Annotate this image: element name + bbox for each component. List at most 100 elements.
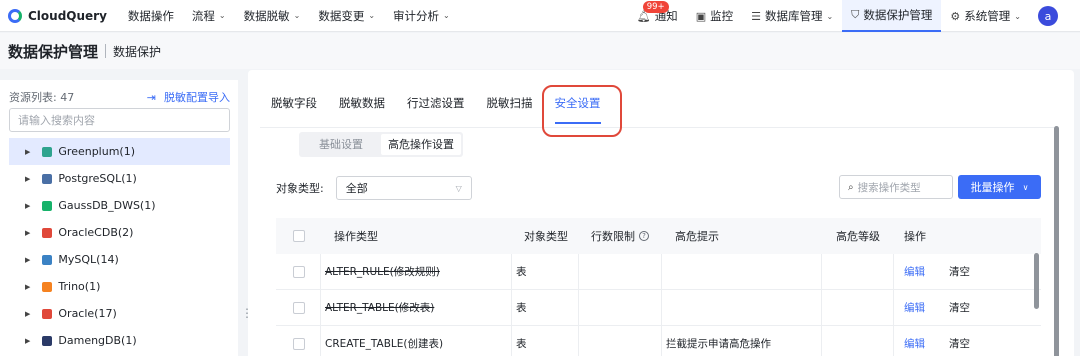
search-placeholder: 搜索操作类型 (857, 181, 921, 194)
breadcrumb: 数据保护 (113, 44, 162, 59)
tree-item-postgresql[interactable]: ▶ PostgreSQL(1) (9, 165, 230, 192)
row-checkbox[interactable] (293, 301, 305, 314)
nav-label: 监控 (710, 9, 734, 23)
caret-right-icon[interactable]: ▶ (25, 229, 30, 237)
batch-operation-button[interactable]: 批量操作 ∨ (958, 175, 1041, 199)
database-icon: ☰ (751, 9, 761, 23)
nav-data-masking[interactable]: 数据脱敏 ⌄ (235, 0, 310, 32)
nav-db-manage[interactable]: ☰ 数据库管理 ⌄ (742, 0, 842, 32)
segment-high-risk[interactable]: 高危操作设置 (381, 134, 461, 155)
operation-search-input[interactable]: ⌕ 搜索操作类型 (839, 175, 953, 199)
chevron-down-icon: ▽ (455, 183, 462, 193)
caret-right-icon[interactable]: ▶ (25, 175, 30, 183)
table-row: ALTER_RULE(修改规则) 表 编辑 清空 (276, 254, 1041, 290)
nav-data-operation[interactable]: 数据操作 (119, 0, 183, 32)
cell-op-type: ALTER_RULE(修改规则) (321, 254, 512, 289)
caret-right-icon[interactable]: ▶ (25, 337, 30, 345)
tree-item-label: Trino(1) (58, 280, 101, 293)
cell-risk-tip (662, 254, 822, 289)
tab-masking-data[interactable]: 脱敏数据 (328, 82, 396, 128)
oracle-icon (42, 308, 53, 319)
nav-monitor[interactable]: ▣ 监控 (687, 0, 742, 32)
caret-right-icon[interactable]: ▶ (25, 310, 30, 318)
header-obj-type: 对象类型 (524, 230, 568, 243)
caret-right-icon[interactable]: ▶ (25, 283, 30, 291)
nav-sys-manage[interactable]: ⚙ 系统管理 ⌄ (941, 0, 1030, 32)
tree-item-greenplum[interactable]: ▶ Greenplum(1) (9, 138, 230, 165)
header-op-type: 操作类型 (334, 230, 378, 243)
tab-masking-scan[interactable]: 脱敏扫描 (476, 82, 544, 128)
tree-item-oraclecdb[interactable]: ▶ OracleCDB(2) (9, 219, 230, 246)
cell-obj-type: 表 (512, 254, 579, 289)
oracle-icon (42, 227, 53, 238)
nav-flow[interactable]: 流程 ⌄ (183, 0, 235, 32)
resource-search-input[interactable]: 请输入搜索内容 (9, 108, 230, 132)
clear-link[interactable]: 清空 (949, 264, 970, 279)
greenplum-icon (42, 146, 53, 157)
tree-item-trino[interactable]: ▶ Trino(1) (9, 273, 230, 300)
header-row-limit: 行数限制? (579, 218, 662, 254)
clear-link[interactable]: 清空 (949, 300, 970, 315)
divider (105, 44, 107, 58)
tree-item-dameng[interactable]: ▶ DamengDB(1) (9, 327, 230, 354)
nav-data-protect[interactable]: ⛉ 数据保护管理 (842, 0, 942, 32)
nav-label: 数据库管理 (764, 9, 823, 23)
edit-link[interactable]: 编辑 (904, 300, 925, 315)
help-icon[interactable]: ? (639, 231, 649, 241)
notice-badge: 99+ (642, 1, 669, 13)
object-type-filter: 对象类型: 全部 ▽ (276, 176, 472, 200)
cell-row-limit (579, 326, 662, 356)
table-header: 操作类型 对象类型 行数限制? 高危提示 高危等级 操作 (276, 218, 1041, 254)
header-risk-level: 高危等级 (836, 230, 880, 243)
chevron-down-icon: ⌄ (218, 11, 226, 20)
cell-risk-tip (662, 290, 822, 325)
clear-link[interactable]: 清空 (949, 336, 970, 351)
tree-item-label: MySQL(14) (58, 253, 119, 266)
app-logo[interactable]: CloudQuery (8, 8, 107, 23)
gaussdb-icon (42, 200, 53, 211)
tab-row-filter[interactable]: 行过滤设置 (396, 82, 476, 128)
tree-item-label: GaussDB_DWS(1) (58, 199, 156, 212)
resource-panel: 资源列表: 47 ⇥ 脱敏配置导入 请输入搜索内容 ▶ Greenplum(1)… (0, 80, 238, 356)
select-all-checkbox[interactable] (293, 230, 305, 242)
avatar[interactable]: a (1038, 6, 1058, 26)
caret-right-icon[interactable]: ▶ (25, 256, 30, 264)
page-title: 数据保护管理 (8, 42, 99, 61)
table-scrollbar[interactable] (1034, 253, 1039, 309)
tree-item-mysql[interactable]: ▶ MySQL(14) (9, 246, 230, 273)
row-checkbox[interactable] (293, 337, 305, 350)
object-type-select[interactable]: 全部 ▽ (335, 176, 472, 200)
nav-label: 数据操作 (127, 8, 174, 23)
chevron-down-icon: ⌄ (1014, 11, 1021, 21)
caret-right-icon[interactable]: ▶ (25, 148, 30, 156)
nav-audit[interactable]: 审计分析 ⌄ (384, 0, 459, 32)
chevron-down-icon: ⌄ (293, 11, 301, 20)
header-risk-tip: 高危提示 (675, 230, 719, 243)
row-checkbox[interactable] (293, 265, 305, 278)
tree-item-gaussdb[interactable]: ▶ GaussDB_DWS(1) (9, 192, 230, 219)
tab-masking-fields[interactable]: 脱敏字段 (260, 82, 328, 128)
nav-label: 流程 (191, 8, 215, 23)
cell-obj-type: 表 (512, 290, 579, 325)
nav-notice[interactable]: 🔔︎ 99+ 通知 (628, 0, 687, 32)
panel-scrollbar[interactable] (1054, 126, 1059, 356)
shield-icon: ⛉ (851, 8, 860, 21)
tree-item-oracle[interactable]: ▶ Oracle(17) (9, 300, 230, 327)
edit-link[interactable]: 编辑 (904, 264, 925, 279)
chevron-down-icon: ⌄ (368, 11, 376, 20)
tab-bar: 脱敏字段 脱敏数据 行过滤设置 脱敏扫描 安全设置 (260, 82, 1058, 128)
cell-risk-level (822, 290, 894, 325)
segment-basic[interactable]: 基础设置 (301, 134, 381, 155)
nav-label: 系统管理 (964, 9, 1011, 23)
tree-item-label: Greenplum(1) (58, 145, 136, 158)
caret-right-icon[interactable]: ▶ (25, 202, 30, 210)
import-config-button[interactable]: ⇥ 脱敏配置导入 (147, 89, 230, 105)
nav-data-change[interactable]: 数据变更 ⌄ (309, 0, 384, 32)
edit-link[interactable]: 编辑 (904, 336, 925, 351)
content-panel: 脱敏字段 脱敏数据 行过滤设置 脱敏扫描 安全设置 基础设置 高危操作设置 对象… (248, 70, 1074, 356)
search-icon: ⌕ (848, 181, 854, 193)
tree-item-label: Oracle(17) (58, 307, 117, 320)
trino-icon (42, 281, 53, 292)
tree-item-label: OracleCDB(2) (58, 226, 134, 239)
header-action: 操作 (904, 230, 926, 243)
